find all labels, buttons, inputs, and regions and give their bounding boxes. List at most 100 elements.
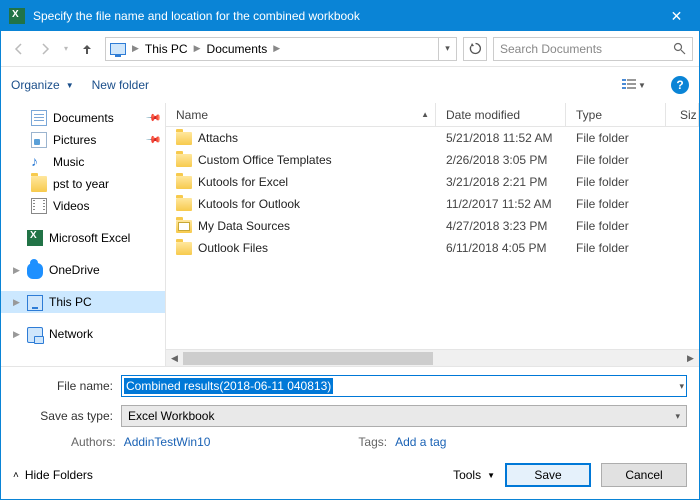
recent-locations-dropdown-icon[interactable]: ▾ xyxy=(59,37,73,61)
new-folder-button[interactable]: New folder xyxy=(92,78,149,92)
column-headers: Name▲ Date modified Type Siz xyxy=(166,103,699,127)
file-date: 4/27/2018 3:23 PM xyxy=(436,219,566,233)
sidebar-item-music[interactable]: ♪Music xyxy=(1,151,165,173)
tags-value[interactable]: Add a tag xyxy=(395,435,446,449)
videos-icon xyxy=(31,198,47,214)
chevron-down-icon: ▼ xyxy=(66,81,74,90)
filename-input[interactable]: Combined results(2018-06-11 040813) ▾ xyxy=(121,375,687,397)
window-title: Specify the file name and location for t… xyxy=(33,9,654,23)
table-row[interactable]: Outlook Files 6/11/2018 4:05 PMFile folde… xyxy=(166,237,699,259)
saveas-combo[interactable]: Excel Workbook ▾ xyxy=(121,405,687,427)
form-area: File name: Combined results(2018-06-11 0… xyxy=(1,366,699,459)
scroll-track[interactable] xyxy=(183,350,682,367)
sidebar-item-network[interactable]: ▶Network xyxy=(1,323,165,345)
column-date[interactable]: Date modified xyxy=(436,103,566,126)
sidebar-item-onedrive[interactable]: ▶OneDrive xyxy=(1,259,165,281)
search-input[interactable]: Search Documents xyxy=(493,37,693,61)
pc-icon xyxy=(27,295,43,311)
save-button[interactable]: Save xyxy=(505,463,591,487)
toolbar: Organize ▼ New folder ▼ ? xyxy=(1,67,699,103)
scroll-right-icon[interactable]: ▶ xyxy=(682,350,699,367)
forward-button[interactable] xyxy=(33,37,57,61)
cancel-button[interactable]: Cancel xyxy=(601,463,687,487)
file-name: My Data Sources xyxy=(198,219,290,233)
table-row[interactable]: Kutools for Outlook 11/2/2017 11:52 AMFil… xyxy=(166,193,699,215)
file-type: File folder xyxy=(566,219,666,233)
tools-menu[interactable]: Tools ▼ xyxy=(453,468,495,482)
filename-label: File name: xyxy=(13,379,113,393)
sort-asc-icon: ▲ xyxy=(421,110,429,119)
pin-icon: 📌 xyxy=(144,110,161,127)
up-button[interactable] xyxy=(75,37,99,61)
file-name: Kutools for Outlook xyxy=(198,197,300,211)
sidebar-item-this-pc[interactable]: ▶This PC xyxy=(1,291,165,313)
file-date: 3/21/2018 2:21 PM xyxy=(436,175,566,189)
chevron-down-icon[interactable]: ▾ xyxy=(679,381,684,392)
file-type: File folder xyxy=(566,197,666,211)
file-name: Kutools for Excel xyxy=(198,175,288,189)
hide-folders-button[interactable]: ˄ Hide Folders xyxy=(13,468,93,482)
view-options-button[interactable]: ▼ xyxy=(615,74,653,96)
scroll-thumb[interactable] xyxy=(183,352,433,365)
chevron-right-icon[interactable]: ▶ xyxy=(271,43,282,54)
music-icon: ♪ xyxy=(31,154,47,170)
titlebar: Specify the file name and location for t… xyxy=(1,1,699,31)
nav-row: ▾ ▶ This PC ▶ Documents ▶ ▾ Search Docum… xyxy=(1,31,699,67)
address-dropdown-icon[interactable]: ▾ xyxy=(438,38,456,60)
table-row[interactable]: Attachs5/21/2018 11:52 AMFile folder xyxy=(166,127,699,149)
column-type[interactable]: Type xyxy=(566,103,666,126)
back-button[interactable] xyxy=(7,37,31,61)
sidebar-item-pst-to-year[interactable]: pst to year xyxy=(1,173,165,195)
sidebar-item-videos[interactable]: Videos xyxy=(1,195,165,217)
breadcrumb[interactable]: This PC xyxy=(141,42,192,56)
address-bar[interactable]: ▶ This PC ▶ Documents ▶ ▾ xyxy=(105,37,457,61)
expand-icon[interactable]: ▶ xyxy=(13,329,20,340)
chevron-down-icon: ▾ xyxy=(675,411,680,422)
network-icon xyxy=(27,327,43,343)
scroll-left-icon[interactable]: ◀ xyxy=(166,350,183,367)
authors-label: Authors: xyxy=(71,435,116,449)
folder-icon xyxy=(176,220,192,233)
chevron-right-icon[interactable]: ▶ xyxy=(192,43,203,54)
pictures-icon xyxy=(31,132,47,148)
sidebar-item-documents[interactable]: Documents📌 xyxy=(1,107,165,129)
chevron-right-icon[interactable]: ▶ xyxy=(130,43,141,54)
column-size[interactable]: Siz xyxy=(666,103,699,126)
file-type: File folder xyxy=(566,175,666,189)
search-placeholder: Search Documents xyxy=(500,42,602,56)
chevron-down-icon: ▼ xyxy=(487,471,495,480)
filename-value: Combined results(2018-06-11 040813) xyxy=(124,378,333,394)
column-name[interactable]: Name▲ xyxy=(166,103,436,126)
chevron-down-icon: ▼ xyxy=(638,81,646,90)
refresh-button[interactable] xyxy=(463,37,487,61)
file-type: File folder xyxy=(566,131,666,145)
file-date: 2/26/2018 3:05 PM xyxy=(436,153,566,167)
excel-app-icon xyxy=(9,8,25,24)
tags-label: Tags: xyxy=(358,435,387,449)
sidebar-item-pictures[interactable]: Pictures📌 xyxy=(1,129,165,151)
file-type: File folder xyxy=(566,241,666,255)
button-row: ˄ Hide Folders Tools ▼ Save Cancel xyxy=(1,459,699,499)
pc-icon xyxy=(110,43,126,55)
sidebar: Documents📌 Pictures📌 ♪Music pst to year … xyxy=(1,103,166,366)
sidebar-item-excel[interactable]: Microsoft Excel xyxy=(1,227,165,249)
help-button[interactable]: ? xyxy=(671,76,689,94)
view-list-icon xyxy=(622,79,636,91)
save-dialog: Specify the file name and location for t… xyxy=(0,0,700,500)
file-date: 11/2/2017 11:52 AM xyxy=(436,197,566,211)
saveas-label: Save as type: xyxy=(13,409,113,423)
folder-icon xyxy=(31,176,47,192)
expand-icon[interactable]: ▶ xyxy=(13,297,20,308)
expand-icon[interactable]: ▶ xyxy=(13,265,20,276)
table-row[interactable]: Kutools for Excel 3/21/2018 2:21 PMFile f… xyxy=(166,171,699,193)
table-row[interactable]: My Data Sources 4/27/2018 3:23 PMFile fol… xyxy=(166,215,699,237)
breadcrumb[interactable]: Documents xyxy=(203,42,272,56)
excel-icon xyxy=(27,230,43,246)
organize-menu[interactable]: Organize ▼ xyxy=(11,78,74,92)
horizontal-scrollbar[interactable]: ◀ ▶ xyxy=(166,349,699,366)
file-date: 6/11/2018 4:05 PM xyxy=(436,241,566,255)
table-row[interactable]: Custom Office Templates2/26/2018 3:05 PM… xyxy=(166,149,699,171)
file-name: Outlook Files xyxy=(198,241,268,255)
close-button[interactable]: ✕ xyxy=(654,1,699,31)
authors-value[interactable]: AddinTestWin10 xyxy=(124,435,211,449)
